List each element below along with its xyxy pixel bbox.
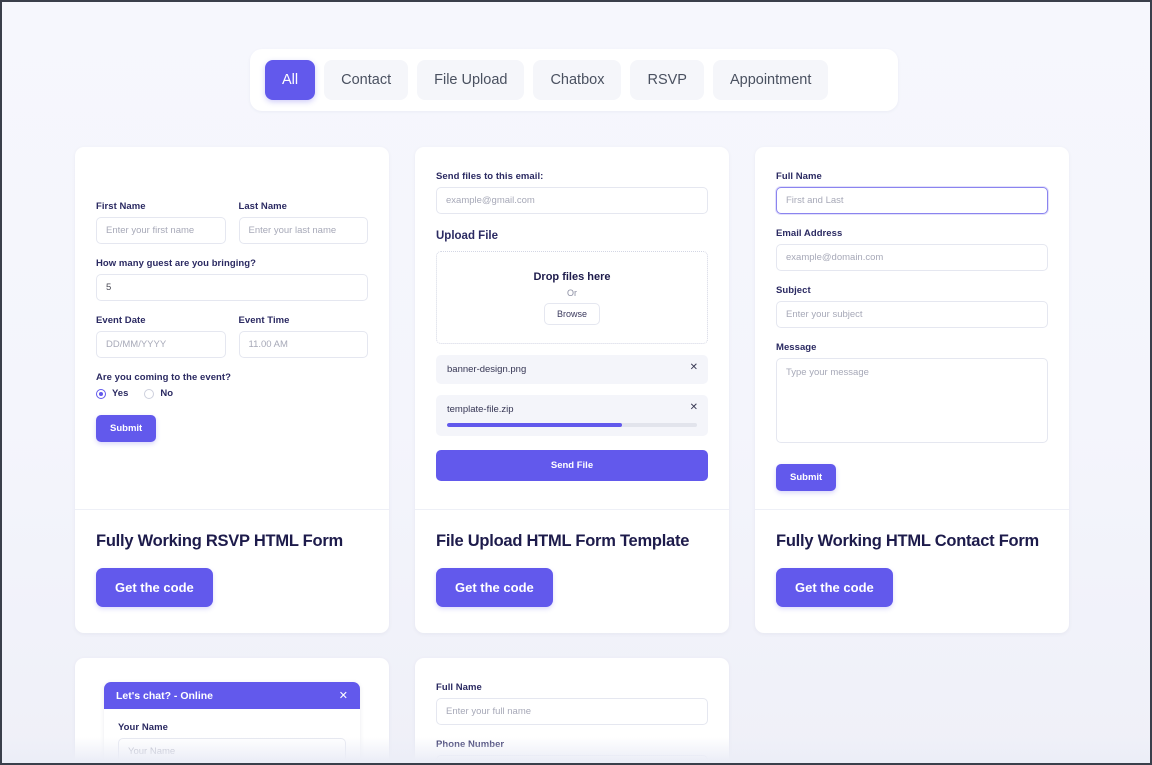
contact-card-footer: Fully Working HTML Contact Form Get the … xyxy=(755,509,1069,633)
card-appointment: Full Name Phone Number Email Address xyxy=(415,658,729,763)
rsvp-card-title: Fully Working RSVP HTML Form xyxy=(96,532,343,550)
rsvp-event-time-group: Event Time xyxy=(238,315,368,358)
rsvp-first-name-label: First Name xyxy=(96,201,146,212)
tab-rsvp[interactable]: RSVP xyxy=(630,60,704,100)
rsvp-event-time-label: Event Time xyxy=(238,315,290,326)
appointment-phone-group: Phone Number xyxy=(436,739,708,763)
rsvp-last-name-label: Last Name xyxy=(238,201,287,212)
rsvp-form: First Name Last Name How many guest are … xyxy=(75,147,389,509)
contact-subject-input[interactable] xyxy=(776,301,1048,328)
rsvp-event-date-label: Event Date xyxy=(96,315,146,326)
tab-contact[interactable]: Contact xyxy=(324,60,409,100)
rsvp-submit-button[interactable]: Submit xyxy=(96,415,157,442)
appointment-form: Full Name Phone Number Email Address xyxy=(415,658,729,763)
contact-full-name-label: Full Name xyxy=(776,171,822,182)
rsvp-guests-input[interactable] xyxy=(96,274,368,301)
cancel-upload-icon[interactable]: ✕ xyxy=(690,403,698,413)
tab-chatbox[interactable]: Chatbox xyxy=(533,60,622,100)
upload-progress-bar xyxy=(447,423,697,427)
rsvp-name-row: First Name Last Name xyxy=(96,201,368,244)
file-upload-card-title: File Upload HTML Form Template xyxy=(436,532,690,550)
filter-tabbar: All Contact File Upload Chatbox RSVP App… xyxy=(250,49,898,111)
rsvp-guests-group: How many guest are you bringing? xyxy=(96,258,368,301)
rsvp-last-name-group: Last Name xyxy=(238,201,368,244)
contact-subject-group: Subject xyxy=(776,285,1048,328)
chat-form: Your Name Email Address xyxy=(104,709,360,763)
uploading-file-name: template-file.zip xyxy=(447,404,514,415)
contact-email-label: Email Address xyxy=(776,228,843,239)
chatbox-preview: Let's chat? - Online ✕ Your Name Email A… xyxy=(75,658,389,763)
card-chatbox: Let's chat? - Online ✕ Your Name Email A… xyxy=(75,658,389,763)
contact-submit-button[interactable]: Submit xyxy=(776,464,837,491)
file-dropzone[interactable]: Drop files here Or Browse xyxy=(436,251,708,344)
rsvp-radio-yes[interactable]: Yes xyxy=(96,388,128,399)
rsvp-radio-yes-label: Yes xyxy=(112,388,129,399)
uploaded-file-name: banner-design.png xyxy=(447,364,527,375)
rsvp-first-name-group: First Name xyxy=(96,201,226,244)
file-upload-card-footer: File Upload HTML Form Template Get the c… xyxy=(415,509,729,633)
contact-subject-label: Subject xyxy=(776,285,811,296)
template-card-grid: First Name Last Name How many guest are … xyxy=(75,147,1075,763)
rsvp-card-footer: Fully Working RSVP HTML Form Get the cod… xyxy=(75,509,389,633)
chat-header: Let's chat? - Online ✕ xyxy=(104,682,360,709)
file-upload-form: Send files to this email: Upload File Dr… xyxy=(415,147,729,509)
file-upload-get-code-button[interactable]: Get the code xyxy=(436,568,553,607)
rsvp-datetime-row: Event Date Event Time xyxy=(96,315,368,358)
rsvp-first-name-input[interactable] xyxy=(96,217,226,244)
radio-selected-icon xyxy=(96,388,106,399)
appointment-full-name-input[interactable] xyxy=(436,698,708,725)
card-file-upload: Send files to this email: Upload File Dr… xyxy=(415,147,729,633)
contact-full-name-input[interactable] xyxy=(776,187,1048,214)
upload-email-label: Send files to this email: xyxy=(436,171,544,182)
rsvp-event-date-input[interactable] xyxy=(96,331,226,358)
uploading-file-row: template-file.zip ✕ xyxy=(436,395,708,436)
contact-message-label: Message xyxy=(776,342,817,353)
send-file-button[interactable]: Send File xyxy=(436,449,708,481)
chat-name-group: Your Name xyxy=(118,722,346,763)
appointment-phone-input[interactable] xyxy=(436,755,708,763)
chat-close-icon[interactable]: ✕ xyxy=(339,689,348,702)
chat-name-input[interactable] xyxy=(118,738,346,763)
contact-message-group: Message xyxy=(776,342,1048,448)
rsvp-radio-no[interactable]: No xyxy=(144,388,173,399)
appointment-full-name-group: Full Name xyxy=(436,682,708,725)
rsvp-event-date-group: Event Date xyxy=(96,315,226,358)
upload-email-group: Send files to this email: xyxy=(436,171,708,214)
page-root: All Contact File Upload Chatbox RSVP App… xyxy=(2,2,1150,763)
tab-all[interactable]: All xyxy=(265,60,316,100)
chat-name-label: Your Name xyxy=(118,722,168,733)
rsvp-guests-label: How many guest are you bringing? xyxy=(96,258,256,269)
uploaded-file-row: banner-design.png ✕ xyxy=(436,355,708,384)
remove-file-icon[interactable]: ✕ xyxy=(690,363,698,373)
dropzone-or-text: Or xyxy=(567,287,577,298)
rsvp-attendance-label: Are you coming to the event? xyxy=(96,372,231,383)
browse-button[interactable]: Browse xyxy=(543,302,600,325)
rsvp-attendance-group: Are you coming to the event? Yes No xyxy=(96,372,368,399)
rsvp-get-code-button[interactable]: Get the code xyxy=(96,568,213,607)
contact-email-group: Email Address xyxy=(776,228,1048,271)
upload-email-input[interactable] xyxy=(436,187,708,214)
rsvp-event-time-input[interactable] xyxy=(238,331,368,358)
contact-message-textarea[interactable] xyxy=(776,358,1048,443)
radio-unselected-icon xyxy=(144,388,155,399)
card-rsvp: First Name Last Name How many guest are … xyxy=(75,147,389,633)
upload-section-title: Upload File xyxy=(436,230,498,242)
contact-get-code-button[interactable]: Get the code xyxy=(776,568,893,607)
tab-file-upload[interactable]: File Upload xyxy=(417,60,525,100)
contact-email-input[interactable] xyxy=(776,244,1048,271)
rsvp-radio-no-label: No xyxy=(160,388,174,399)
tab-appointment[interactable]: Appointment xyxy=(712,60,829,100)
appointment-full-name-label: Full Name xyxy=(436,682,482,693)
contact-form: Full Name Email Address Subject Message … xyxy=(755,147,1069,509)
rsvp-attendance-radios: Yes No xyxy=(96,388,368,399)
chat-window: Let's chat? - Online ✕ Your Name Email A… xyxy=(104,682,360,763)
rsvp-last-name-input[interactable] xyxy=(238,217,368,244)
appointment-phone-label: Phone Number xyxy=(436,739,505,750)
chat-header-title: Let's chat? - Online xyxy=(116,689,214,702)
card-contact: Full Name Email Address Subject Message … xyxy=(755,147,1069,633)
contact-card-title: Fully Working HTML Contact Form xyxy=(776,532,1039,550)
contact-full-name-group: Full Name xyxy=(776,171,1048,214)
dropzone-title: Drop files here xyxy=(533,270,611,283)
